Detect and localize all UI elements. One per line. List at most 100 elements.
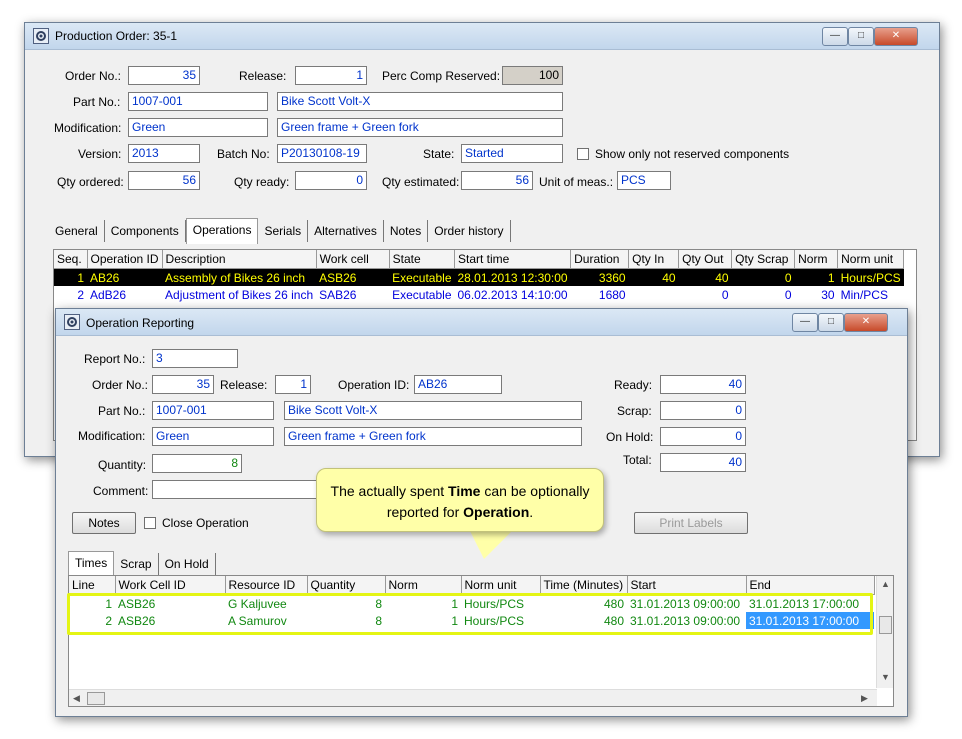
col-end[interactable]: End — [746, 576, 875, 595]
table-row[interactable]: 1 AB26 Assembly of Bikes 26 inch ASB26 E… — [54, 268, 904, 286]
release-field[interactable]: 1 — [295, 66, 367, 85]
state-field[interactable]: Started — [461, 144, 563, 163]
order-no-field[interactable]: 35 — [152, 375, 214, 394]
col-norm[interactable]: Norm — [385, 576, 462, 595]
batch-field[interactable]: P20130108-19 — [277, 144, 367, 163]
part-desc-field[interactable]: Bike Scott Volt-X — [277, 92, 563, 111]
scroll-down-icon[interactable]: ▼ — [881, 672, 890, 682]
col-qty-in[interactable]: Qty In — [628, 250, 680, 269]
ready-field[interactable]: 40 — [660, 375, 746, 394]
col-time-minutes[interactable]: Time (Minutes) — [540, 576, 628, 595]
report-no-field[interactable]: 3 — [152, 349, 238, 368]
release-field[interactable]: 1 — [275, 375, 311, 394]
col-qty-scrap[interactable]: Qty Scrap — [731, 250, 796, 269]
show-only-checkbox[interactable] — [577, 148, 589, 160]
batch-label: Batch No: — [217, 147, 270, 161]
table-row[interactable]: 2 AdB26 Adjustment of Bikes 26 inch SAB2… — [54, 286, 904, 303]
scrap-field[interactable]: 0 — [660, 401, 746, 420]
gear-icon — [33, 28, 49, 44]
tab-general[interactable]: General — [49, 220, 105, 242]
tab-components[interactable]: Components — [105, 220, 186, 242]
tab-notes[interactable]: Notes — [384, 220, 429, 242]
col-resource-id[interactable]: Resource ID — [225, 576, 308, 595]
horizontal-scrollbar[interactable]: ◀ ▶ — [69, 689, 877, 706]
tab-on-hold[interactable]: On Hold — [159, 553, 216, 575]
qty-ready-field[interactable]: 0 — [295, 171, 367, 190]
col-state[interactable]: State — [389, 250, 456, 269]
col-description[interactable]: Description — [162, 250, 317, 269]
tab-times[interactable]: Times — [68, 551, 115, 577]
scroll-left-icon[interactable]: ◀ — [73, 693, 80, 704]
maximize-icon[interactable]: □ — [818, 313, 844, 332]
qty-ordered-label: Qty ordered: — [57, 175, 124, 189]
print-labels-button[interactable]: Print Labels — [634, 512, 748, 534]
modification-desc-field[interactable]: Green frame + Green fork — [277, 118, 563, 137]
modification-field[interactable]: Green — [152, 427, 274, 446]
operation-id-field[interactable]: AB26 — [414, 375, 502, 394]
close-icon[interactable]: ✕ — [844, 313, 888, 332]
col-work-cell[interactable]: Work cell — [316, 250, 390, 269]
modification-field[interactable]: Green — [128, 118, 268, 137]
order-no-label: Order No.: — [65, 69, 122, 83]
scroll-thumb[interactable] — [879, 616, 892, 634]
onhold-field[interactable]: 0 — [660, 427, 746, 446]
col-quantity[interactable]: Quantity — [307, 576, 386, 595]
order-no-field[interactable]: 35 — [128, 66, 200, 85]
qty-estimated-field[interactable]: 56 — [461, 171, 533, 190]
part-desc-field[interactable]: Bike Scott Volt-X — [284, 401, 582, 420]
cell: 3360 — [570, 268, 629, 286]
quantity-field[interactable]: 8 — [152, 454, 242, 473]
col-line[interactable]: Line — [69, 576, 116, 595]
unit-field[interactable]: PCS — [617, 171, 671, 190]
col-norm-unit[interactable]: Norm unit — [461, 576, 541, 595]
perc-comp-label: Perc Comp Reserved: — [382, 69, 501, 83]
times-rows-highlight — [67, 593, 873, 635]
ready-label: Ready: — [614, 378, 653, 392]
tab-serials[interactable]: Serials — [258, 220, 309, 242]
part-no-field[interactable]: 1007-001 — [128, 92, 268, 111]
tab-alternatives[interactable]: Alternatives — [308, 220, 384, 242]
col-duration[interactable]: Duration — [570, 250, 630, 269]
scrap-label: Scrap: — [617, 404, 652, 418]
release-label: Release: — [220, 378, 268, 392]
part-no-label: Part No.: — [98, 404, 146, 418]
tab-order-history[interactable]: Order history — [428, 220, 511, 242]
modification-label: Modification: — [78, 429, 146, 443]
col-seq[interactable]: Seq. — [54, 250, 88, 269]
col-qty-out[interactable]: Qty Out — [678, 250, 733, 269]
state-label: State: — [423, 147, 455, 161]
col-operation-id[interactable]: Operation ID — [87, 250, 163, 269]
close-operation-checkbox[interactable] — [144, 517, 156, 529]
tab-scrap[interactable]: Scrap — [114, 553, 159, 575]
col-start[interactable]: Start — [627, 576, 747, 595]
col-norm-unit[interactable]: Norm unit — [837, 250, 905, 269]
scroll-up-icon[interactable]: ▲ — [881, 579, 890, 589]
col-work-cell-id[interactable]: Work Cell ID — [115, 576, 226, 595]
col-start-time[interactable]: Start time — [454, 250, 572, 269]
close-icon[interactable]: ✕ — [874, 27, 918, 46]
cell: 0 — [721, 287, 729, 302]
part-no-label: Part No.: — [73, 95, 121, 109]
minimize-icon[interactable]: — — [822, 27, 848, 46]
scroll-right-icon[interactable]: ▶ — [861, 693, 868, 704]
vertical-scrollbar[interactable]: ▲ ▼ — [876, 576, 893, 688]
cell: Hours/PCS — [837, 268, 904, 286]
cell: Adjustment of Bikes 26 inch — [165, 287, 314, 302]
cell: 40 — [628, 268, 679, 286]
notes-button[interactable]: Notes — [72, 512, 136, 534]
qty-ordered-field[interactable]: 56 — [128, 171, 200, 190]
titlebar: Production Order: 35-1 — □ ✕ — [25, 23, 939, 50]
scroll-thumb[interactable] — [87, 692, 105, 705]
version-field[interactable]: 2013 — [128, 144, 200, 163]
part-no-field[interactable]: 1007-001 — [152, 401, 274, 420]
col-norm[interactable]: Norm — [794, 250, 839, 269]
total-field[interactable]: 40 — [660, 453, 746, 472]
tab-operations[interactable]: Operations — [185, 218, 259, 244]
cell — [629, 286, 679, 303]
release-label: Release: — [239, 69, 287, 83]
modification-desc-field[interactable]: Green frame + Green fork — [284, 427, 582, 446]
cell: 1 — [54, 268, 87, 286]
maximize-icon[interactable]: □ — [848, 27, 874, 46]
cell: 1680 — [598, 287, 626, 302]
minimize-icon[interactable]: — — [792, 313, 818, 332]
